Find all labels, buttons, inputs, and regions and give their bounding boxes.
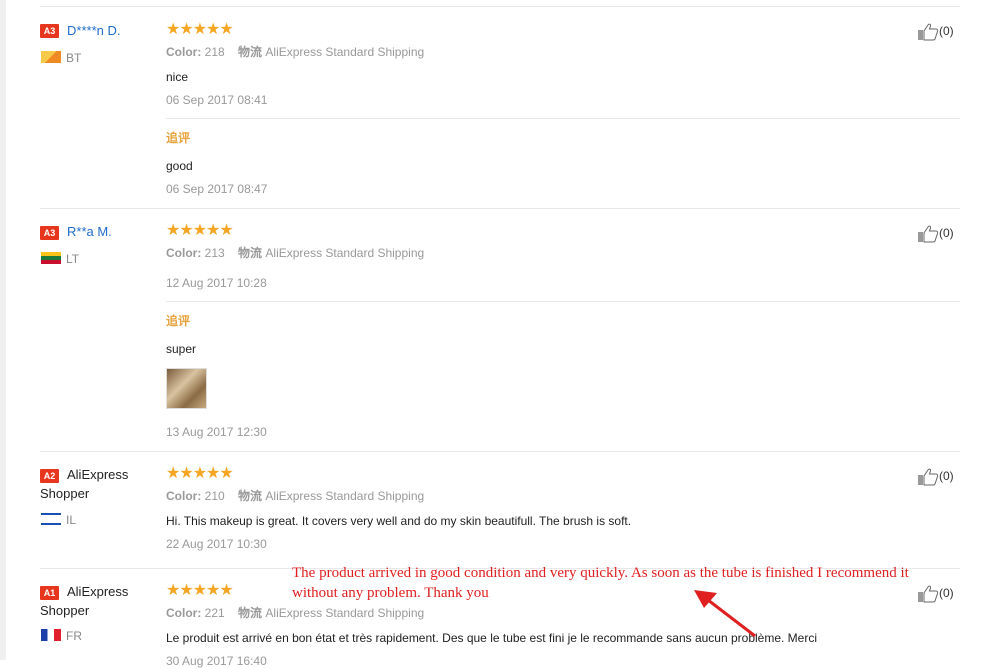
annotation-arrow-icon <box>694 590 756 638</box>
